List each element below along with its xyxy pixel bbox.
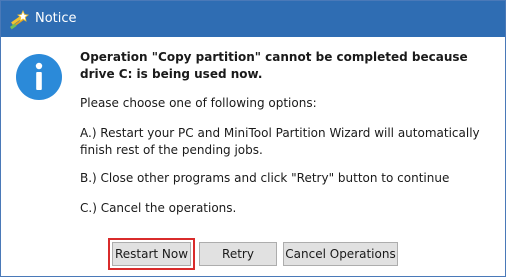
restart-now-button[interactable]: Restart Now: [112, 242, 191, 266]
options-prompt: Please choose one of following options:: [80, 96, 317, 110]
error-headline: Operation "Copy partition" cannot be com…: [80, 50, 468, 81]
wizard-wand-icon: [8, 9, 30, 30]
retry-button[interactable]: Retry: [199, 242, 277, 266]
window-title: Notice: [35, 11, 77, 26]
cancel-operations-button[interactable]: Cancel Operations: [283, 242, 398, 266]
option-b-text: B.) Close other programs and click "Retr…: [80, 171, 450, 185]
info-icon: [15, 53, 63, 101]
notice-dialog: Notice Operation "Copy partition" cannot…: [0, 0, 506, 277]
option-c-text: C.) Cancel the operations.: [80, 201, 237, 215]
title-bar[interactable]: Notice: [1, 1, 505, 37]
option-a-text: A.) Restart your PC and MiniTool Partiti…: [80, 126, 480, 157]
